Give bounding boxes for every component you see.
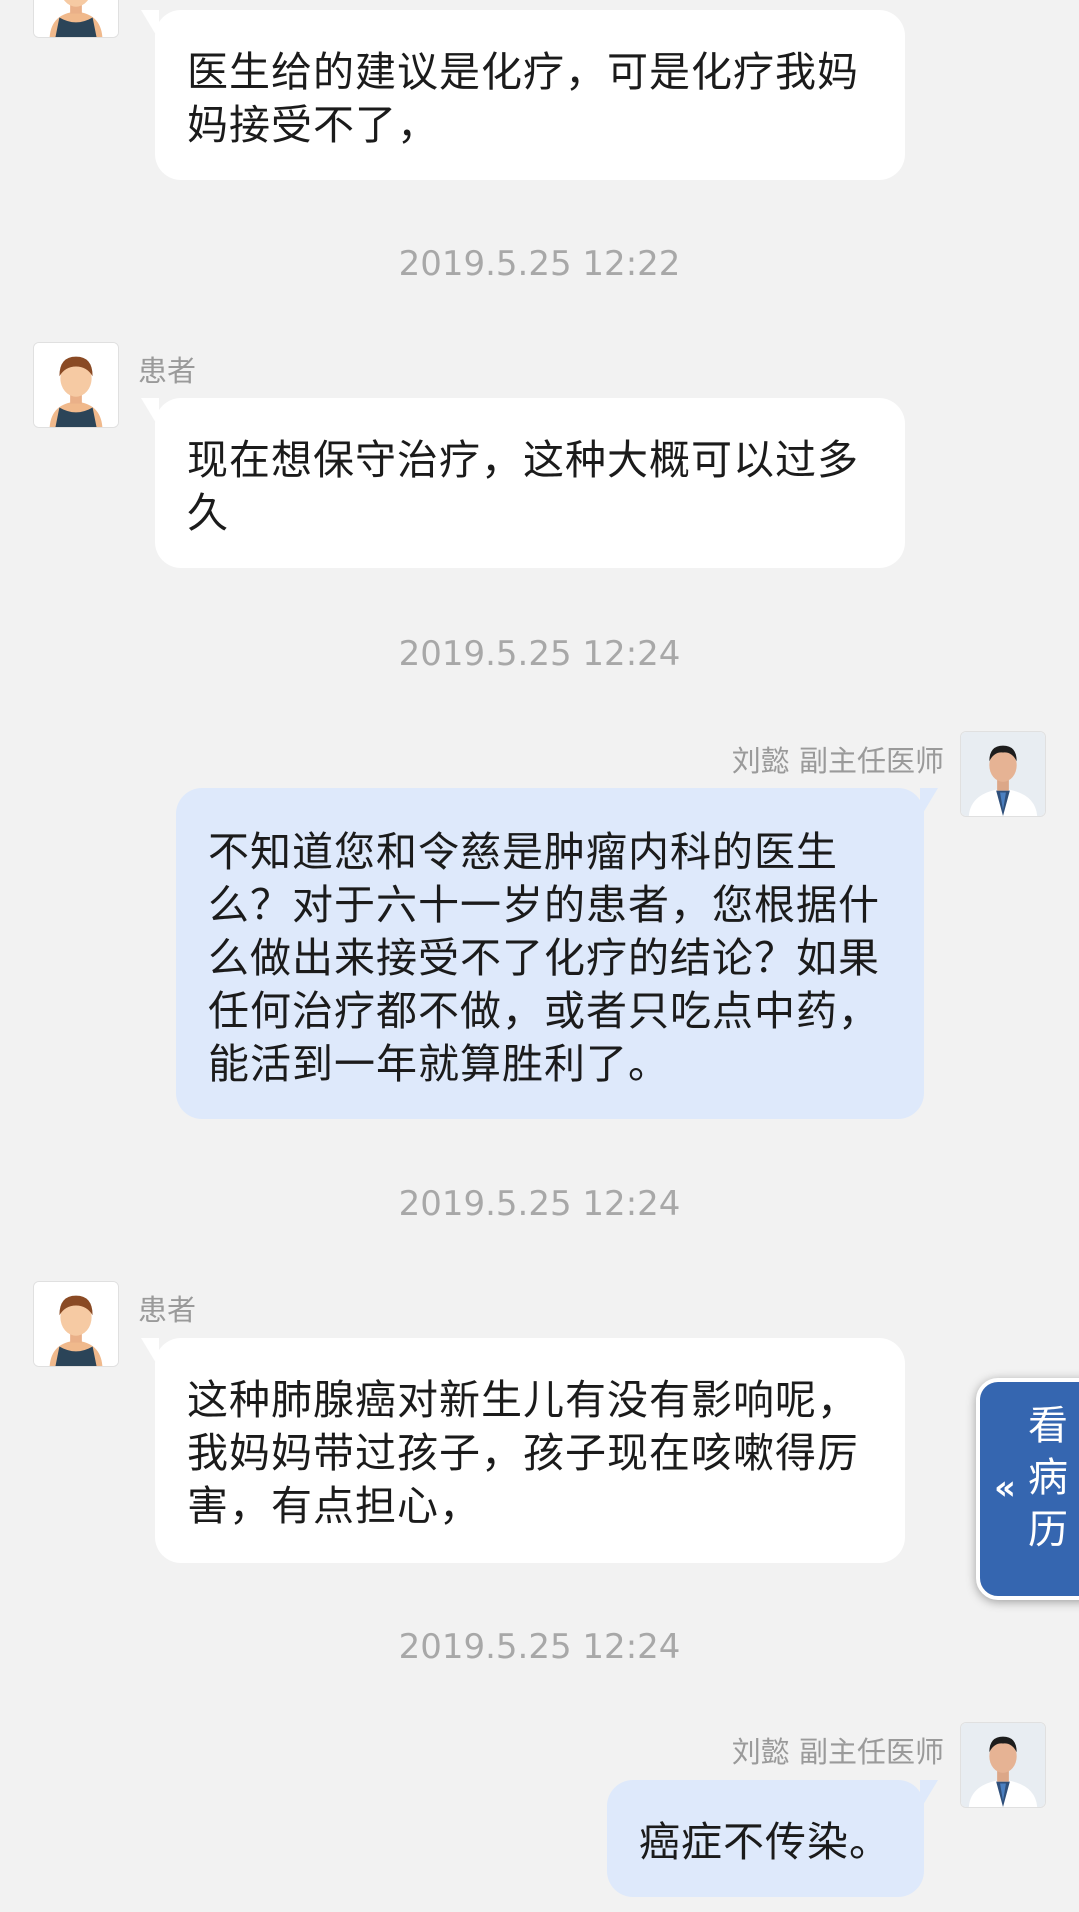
chat-area[interactable]: 医生给的建议是化疗，可是化疗我妈妈接受不了， 2019.5.25 12:22 患… [0,0,1079,1912]
timestamp: 2019.5.25 12:24 [398,634,681,674]
bubble-tail [141,398,159,428]
message-bubble[interactable]: 不知道您和令慈是肿瘤内科的医生么？对于六十一岁的患者，您根据什么做出来接受不了化… [176,788,938,1119]
message-text: 现在想保守治疗，这种大概可以过多久 [187,436,859,537]
doctor-avatar[interactable] [960,1722,1046,1808]
view-medical-record-label: 看 病 历 [1028,1403,1068,1553]
bubble-tail [141,10,159,40]
view-medical-record-button[interactable]: « 看 病 历 [976,1378,1079,1600]
message-text: 医生给的建议是化疗，可是化疗我妈妈接受不了， [187,48,859,149]
sender-name: 患者 [138,354,197,388]
timestamp: 2019.5.25 12:24 [398,1184,681,1224]
sender-name: 刘懿 副主任医师 [731,1735,944,1769]
timestamp: 2019.5.25 12:22 [398,244,681,284]
message-bubble[interactable]: 现在想保守治疗，这种大概可以过多久 [141,398,905,568]
message-text: 不知道您和令慈是肿瘤内科的医生么？对于六十一岁的患者，您根据什么做出来接受不了化… [208,828,880,1088]
patient-avatar[interactable] [33,342,119,428]
patient-avatar[interactable] [33,0,119,38]
message-text: 这种肺腺癌对新生儿有没有影响呢，我妈妈带过孩子，孩子现在咳嗽得厉害，有点担心， [187,1376,859,1530]
message-bubble[interactable]: 这种肺腺癌对新生儿有没有影响呢，我妈妈带过孩子，孩子现在咳嗽得厉害，有点担心， [141,1338,905,1563]
message-text: 癌症不传染。 [639,1818,891,1866]
sender-name: 患者 [138,1293,197,1327]
message-bubble[interactable]: 癌症不传染。 [607,1780,938,1897]
bubble-tail [920,1780,938,1810]
sender-name: 刘懿 副主任医师 [731,744,944,778]
bubble-tail [920,788,938,818]
doctor-avatar[interactable] [960,731,1046,817]
timestamp: 2019.5.25 12:24 [398,1627,681,1667]
double-chevron-left-icon: « [994,1468,1016,1508]
message-bubble[interactable]: 医生给的建议是化疗，可是化疗我妈妈接受不了， [141,10,905,180]
bubble-tail [141,1338,159,1368]
patient-avatar[interactable] [33,1281,119,1367]
